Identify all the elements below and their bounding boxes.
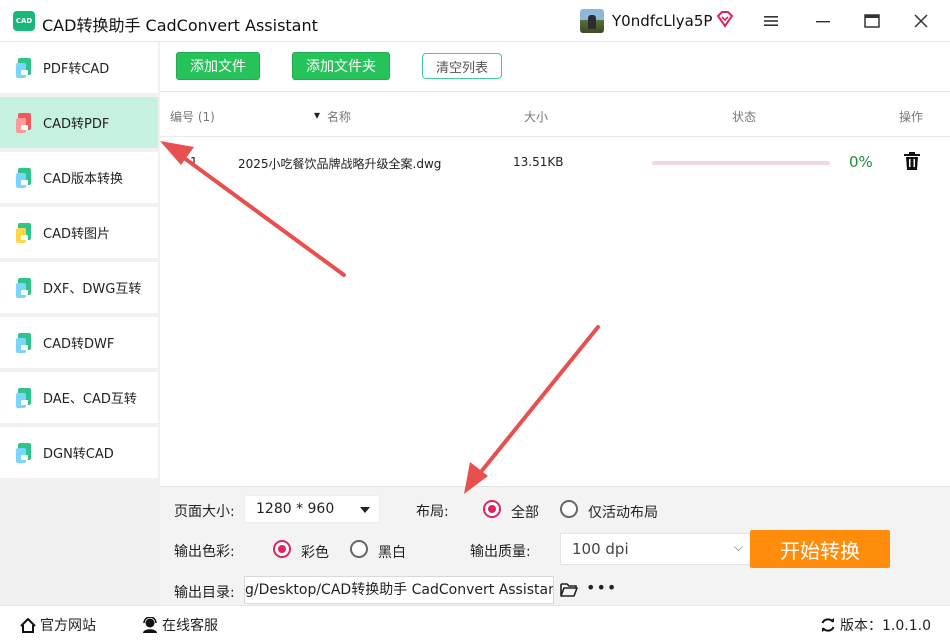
folder-open-icon[interactable] bbox=[560, 582, 578, 597]
official-website-link[interactable]: 官方网站 bbox=[20, 615, 96, 635]
table-row[interactable]: 1 2025小吃餐饮品牌战略升级全案.dwg 13.51KB 0% bbox=[160, 138, 950, 188]
app-logo: CAD bbox=[13, 11, 35, 31]
row-index: 1 bbox=[190, 155, 198, 169]
maximize-icon[interactable] bbox=[860, 10, 884, 32]
official-website-label: 官方网站 bbox=[40, 618, 96, 634]
menu-icon[interactable] bbox=[759, 10, 783, 32]
sidebar-item-label: PDF转CAD bbox=[43, 62, 110, 77]
output-dir-field[interactable]: g/Desktop/CAD转换助手 CadConvert Assistant bbox=[244, 576, 554, 604]
toolbar: 添加文件 添加文件夹 清空列表 bbox=[160, 42, 950, 92]
column-index[interactable]: 编号 (1) bbox=[170, 108, 215, 125]
column-size[interactable]: 大小 bbox=[524, 108, 548, 125]
page-size-label: 页面大小: bbox=[174, 504, 235, 520]
clear-list-button[interactable]: 清空列表 bbox=[422, 53, 502, 79]
start-convert-button[interactable]: 开始转换 bbox=[750, 530, 890, 568]
page-size-value: 1280 * 960 bbox=[256, 501, 335, 517]
output-dir-label: 输出目录: bbox=[174, 585, 235, 601]
output-quality-select[interactable]: 100 dpi ⌵ bbox=[560, 533, 752, 565]
pdf-to-cad-icon bbox=[16, 57, 34, 78]
sidebar-item-label: CAD版本转换 bbox=[43, 172, 123, 187]
sidebar-item-dae-cad[interactable]: DAE、CAD互转 bbox=[0, 372, 158, 423]
column-status: 状态 bbox=[732, 110, 757, 124]
layout-label: 布局: bbox=[416, 504, 449, 520]
sidebar-item-cad-to-dwf[interactable]: CAD转DWF bbox=[0, 317, 158, 368]
add-file-button[interactable]: 添加文件 bbox=[176, 52, 260, 80]
row-file-name: 2025小吃餐饮品牌战略升级全案.dwg bbox=[238, 157, 442, 171]
sidebar-item-dgn-to-cad[interactable]: DGN转CAD bbox=[0, 427, 158, 478]
cad-to-image-icon bbox=[16, 222, 34, 243]
trash-icon[interactable] bbox=[904, 152, 920, 170]
color-bw-label[interactable]: 黑白 bbox=[378, 542, 406, 562]
online-support-link[interactable]: 在线客服 bbox=[142, 615, 218, 635]
sort-down-icon[interactable]: ▾ bbox=[314, 108, 320, 122]
cad-version-icon bbox=[16, 167, 34, 188]
row-file-size: 13.51KB bbox=[513, 155, 564, 169]
minimize-icon[interactable] bbox=[811, 10, 835, 32]
column-name[interactable]: 名称 bbox=[327, 108, 351, 125]
file-table-header: 编号 (1) ▾ 名称 大小 状态 操作 bbox=[160, 92, 950, 137]
output-quality-value: 100 dpi bbox=[572, 540, 629, 558]
sidebar-item-label: DXF、DWG互转 bbox=[43, 282, 142, 297]
sidebar: PDF转CAD CAD转PDF CAD版本转换 CAD转图片 DXF、DWG互转… bbox=[0, 42, 160, 605]
color-color-label[interactable]: 彩色 bbox=[301, 542, 329, 562]
user-avatar[interactable] bbox=[580, 9, 604, 33]
cad-to-dwf-icon bbox=[16, 332, 34, 353]
title-bar: CAD CAD转换助手 CadConvert Assistant Y0ndfcL… bbox=[0, 0, 950, 42]
dae-cad-icon bbox=[16, 387, 34, 408]
row-status-percent: 0% bbox=[849, 153, 873, 171]
status-bar: 官方网站 在线客服 版本：1.0.1.0 bbox=[0, 605, 950, 640]
more-options-icon[interactable]: ••• bbox=[586, 578, 617, 597]
sidebar-item-dxf-dwg[interactable]: DXF、DWG互转 bbox=[0, 262, 158, 313]
sidebar-item-label: CAD转PDF bbox=[43, 117, 110, 132]
app-window: CAD CAD转换助手 CadConvert Assistant Y0ndfcL… bbox=[0, 0, 950, 640]
version-info[interactable]: 版本：1.0.1.0 bbox=[820, 615, 931, 635]
sidebar-item-label: DGN转CAD bbox=[43, 447, 114, 462]
color-bw-radio[interactable] bbox=[350, 540, 368, 558]
sidebar-item-label: CAD转DWF bbox=[43, 337, 115, 352]
layout-active-radio[interactable] bbox=[560, 500, 578, 518]
row-progress-bar bbox=[652, 161, 830, 165]
version-label: 版本：1.0.1.0 bbox=[840, 618, 931, 634]
sidebar-item-cad-to-image[interactable]: CAD转图片 bbox=[0, 207, 158, 258]
online-support-label: 在线客服 bbox=[162, 618, 218, 634]
app-title: CAD转换助手 CadConvert Assistant bbox=[42, 16, 318, 35]
sidebar-item-cad-version[interactable]: CAD版本转换 bbox=[0, 152, 158, 203]
output-color-label: 输出色彩: bbox=[174, 544, 235, 560]
cad-to-pdf-icon bbox=[16, 112, 34, 133]
vip-diamond-icon[interactable] bbox=[716, 10, 734, 28]
color-color-radio[interactable] bbox=[273, 540, 291, 558]
add-folder-button[interactable]: 添加文件夹 bbox=[292, 52, 390, 80]
sidebar-item-label: CAD转图片 bbox=[43, 227, 110, 242]
layout-all-label[interactable]: 全部 bbox=[511, 502, 539, 522]
home-icon bbox=[20, 617, 36, 633]
sidebar-item-pdf-to-cad[interactable]: PDF转CAD bbox=[0, 42, 158, 93]
layout-all-radio[interactable] bbox=[483, 500, 501, 518]
page-size-select[interactable]: 1280 * 960 bbox=[244, 495, 380, 523]
sidebar-item-label: DAE、CAD互转 bbox=[43, 392, 137, 407]
column-action: 操作 bbox=[899, 110, 924, 124]
output-quality-label: 输出质量: bbox=[470, 544, 531, 560]
file-list-empty-area bbox=[160, 188, 950, 486]
close-icon[interactable] bbox=[909, 10, 933, 32]
layout-active-label[interactable]: 仅活动布局 bbox=[588, 502, 658, 522]
refresh-icon bbox=[821, 618, 835, 632]
chevron-down-icon: ⌵ bbox=[733, 540, 743, 554]
dgn-to-cad-icon bbox=[16, 442, 34, 463]
support-agent-icon bbox=[143, 617, 157, 633]
dxf-dwg-icon bbox=[16, 277, 34, 298]
sidebar-item-cad-to-pdf[interactable]: CAD转PDF bbox=[0, 97, 158, 148]
settings-panel: 页面大小: 1280 * 960 布局: 全部 仅活动布局 输出色彩: 彩色 黑… bbox=[160, 486, 950, 605]
caret-down-icon bbox=[360, 507, 370, 513]
username[interactable]: Y0ndfcLlya5P bbox=[612, 12, 712, 30]
